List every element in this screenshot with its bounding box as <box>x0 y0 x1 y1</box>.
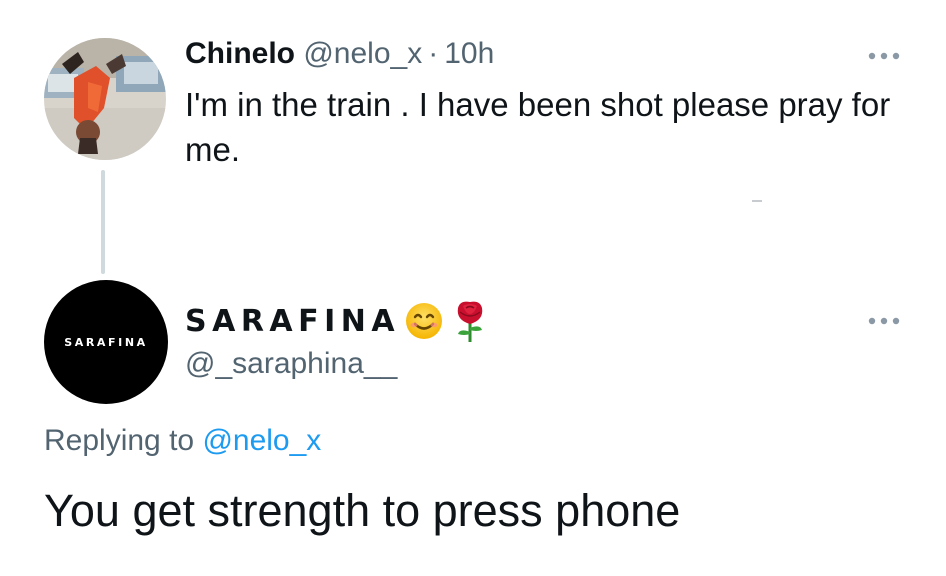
replying-to-line: Replying to @nelo_x <box>44 420 321 462</box>
profile-photo-icon <box>44 38 166 160</box>
thread-connector-line <box>101 170 105 274</box>
more-options-icon[interactable] <box>867 313 901 325</box>
more-options-icon[interactable] <box>867 48 901 60</box>
sarafina-avatar[interactable]: SARAFINA <box>44 280 168 404</box>
tweet2-handle[interactable]: @_saraphina__ <box>185 344 397 384</box>
tweet1-timestamp[interactable]: 10h <box>444 37 494 70</box>
chinelo-avatar[interactable] <box>44 38 166 160</box>
tweet1-header: Chinelo @nelo_x · 10h <box>185 34 494 74</box>
smiling-face-icon <box>404 301 444 341</box>
avatar-logo-text: SARAFINA <box>64 335 148 349</box>
tweet2-text: You get strength to press phone <box>44 485 681 536</box>
tweet1-separator: · <box>428 37 439 70</box>
rose-icon <box>452 298 488 344</box>
replying-to-handle-link[interactable]: @nelo_x <box>202 424 321 457</box>
tweet1-display-name[interactable]: Chinelo <box>185 37 295 70</box>
tweet2-display-name[interactable]: SARAFINA <box>185 304 400 339</box>
tweet1-handle[interactable]: @nelo_x <box>303 37 422 70</box>
replying-to-label: Replying to <box>44 424 195 457</box>
tweet2-name-row: SARAFINA <box>185 296 488 346</box>
divider-mark <box>752 200 762 202</box>
tweet1-text: I'm in the train . I have been shot plea… <box>185 86 891 168</box>
